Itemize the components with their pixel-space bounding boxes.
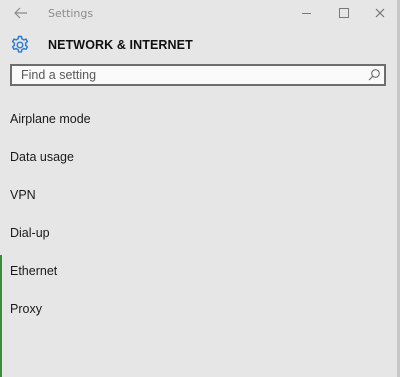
title-bar: Settings: [0, 0, 397, 28]
menu-item-proxy[interactable]: Proxy: [0, 290, 397, 328]
minimize-icon: [301, 12, 311, 14]
settings-menu: Airplane mode Data usage VPN Dial-up Eth…: [0, 100, 397, 328]
menu-item-airplane-mode[interactable]: Airplane mode: [0, 100, 397, 138]
search-icon[interactable]: [367, 68, 381, 82]
gear-icon: [11, 35, 29, 53]
back-arrow-icon: [14, 7, 27, 19]
minimize-button[interactable]: [289, 0, 323, 26]
menu-item-ethernet[interactable]: Ethernet: [0, 252, 397, 290]
maximize-icon: [339, 8, 349, 18]
back-button[interactable]: [8, 2, 34, 24]
page-title: NETWORK & INTERNET: [48, 38, 193, 52]
close-button[interactable]: [363, 0, 397, 26]
close-icon: [375, 8, 385, 18]
page-header: NETWORK & INTERNET: [10, 35, 193, 55]
maximize-button[interactable]: [327, 0, 361, 26]
menu-item-dial-up[interactable]: Dial-up: [0, 214, 397, 252]
search-input[interactable]: Find a setting: [21, 68, 96, 82]
menu-item-data-usage[interactable]: Data usage: [0, 138, 397, 176]
window-title: Settings: [48, 7, 94, 20]
search-box[interactable]: Find a setting: [10, 64, 386, 86]
settings-window: Settings NETWORK & INTERNET Find a setti…: [0, 0, 400, 377]
background-edge: [0, 255, 2, 377]
menu-item-vpn[interactable]: VPN: [0, 176, 397, 214]
